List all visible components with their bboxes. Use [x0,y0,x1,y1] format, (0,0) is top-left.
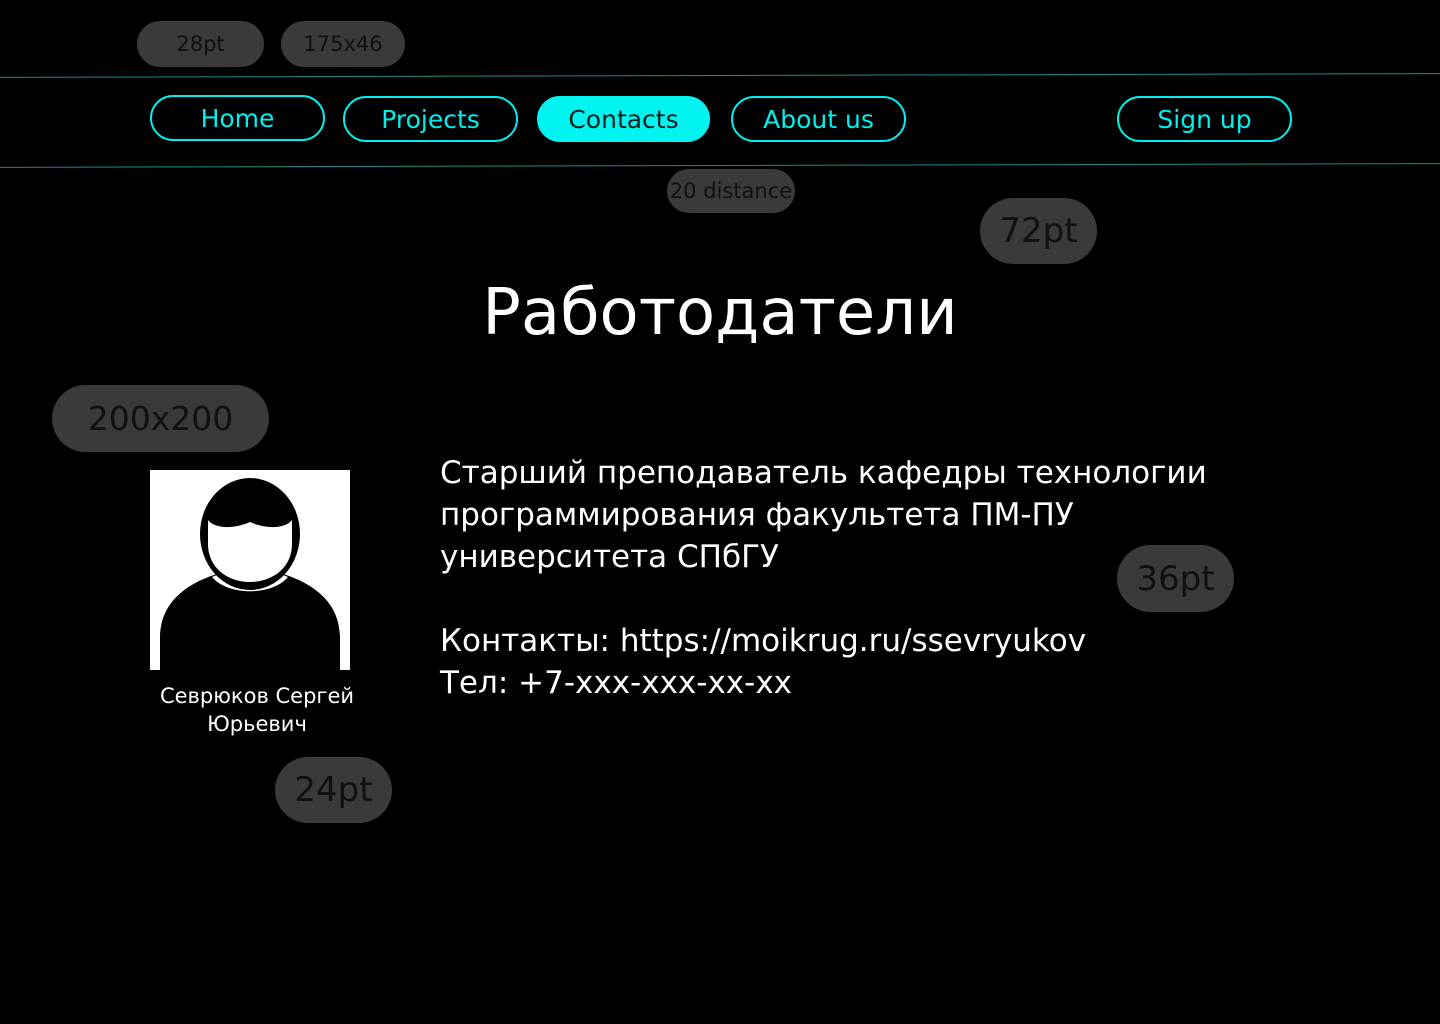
nav-home-button[interactable]: Home [150,95,325,141]
annotation-font-size-body: 36pt [1117,545,1234,612]
header-bottom-divider [0,163,1440,168]
nav-projects-button[interactable]: Projects [343,96,518,142]
annotation-button-size: 175x46 [281,21,405,67]
header-top-divider [0,73,1440,78]
contacts-link[interactable]: Контакты: https://moikrug.ru/ssevryukov [440,620,1086,662]
annotation-font-size-name: 24pt [275,757,392,823]
phone-number: Тел: +7-xxx-xxx-xx-xx [440,665,793,701]
person-avatar [150,470,350,670]
person-name: Севрюков Сергей Юрьевич [159,684,355,736]
page-title: Работодатели [482,276,958,350]
sign-up-button[interactable]: Sign up [1117,96,1292,142]
annotation-distance: 20 distance [667,169,795,213]
annotation-font-size-title: 72pt [980,198,1097,264]
annotation-avatar-size: 200x200 [52,385,269,452]
nav-about-us-button[interactable]: About us [731,96,906,142]
nav-contacts-button[interactable]: Contacts [537,96,710,142]
annotation-font-size-nav: 28pt [137,21,264,67]
person-silhouette-icon [160,478,340,670]
